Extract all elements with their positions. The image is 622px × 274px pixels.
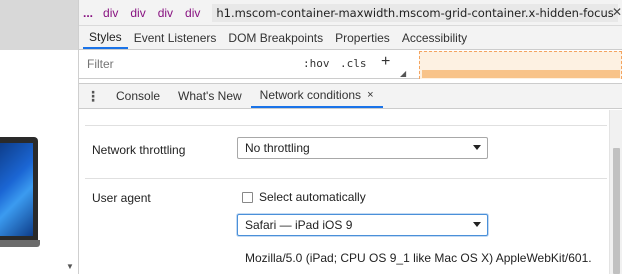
select-automatically-label[interactable]: Select automatically bbox=[259, 190, 366, 204]
breadcrumb-item[interactable]: div bbox=[158, 6, 173, 20]
laptop-screen bbox=[0, 143, 33, 236]
chevron-down-icon bbox=[473, 222, 481, 227]
breadcrumb-current[interactable]: h1.mscom-container-maxwidth.mscom-grid-c… bbox=[212, 3, 618, 22]
breadcrumb-item[interactable]: div bbox=[103, 6, 118, 20]
scrollbar-thumb[interactable] bbox=[613, 148, 620, 274]
network-throttling-value: No throttling bbox=[245, 141, 310, 155]
divider bbox=[85, 125, 607, 126]
laptop-image bbox=[0, 137, 40, 247]
tab-whats-new[interactable]: What's New bbox=[169, 84, 251, 108]
tab-whats-new-label: What's New bbox=[178, 89, 242, 103]
box-model-margin bbox=[422, 70, 620, 78]
class-toggle[interactable]: .cls bbox=[340, 57, 367, 70]
close-drawer-icon[interactable]: ✕ bbox=[612, 5, 622, 19]
network-conditions-panel: Network throttling No throttling User ag… bbox=[79, 110, 609, 274]
tab-event-listeners[interactable]: Event Listeners bbox=[128, 26, 223, 49]
panel-scrollbar[interactable] bbox=[609, 110, 622, 274]
styles-filter-input[interactable] bbox=[87, 57, 267, 71]
rule-menu-icon[interactable]: ◢ bbox=[400, 69, 408, 78]
tab-console[interactable]: Console bbox=[107, 84, 169, 108]
tab-accessibility[interactable]: Accessibility bbox=[396, 26, 473, 49]
hover-state-toggle[interactable]: :hov bbox=[303, 57, 330, 70]
breadcrumb-item[interactable]: div bbox=[185, 6, 200, 20]
close-tab-icon[interactable]: × bbox=[367, 89, 373, 101]
page-header-area bbox=[0, 0, 78, 50]
breadcrumb: ... div div div div h1.mscom-container-m… bbox=[79, 0, 622, 26]
select-automatically-checkbox[interactable] bbox=[242, 192, 253, 203]
drawer-menu-icon[interactable]: ⋮ bbox=[79, 84, 107, 108]
chevron-down-icon bbox=[473, 145, 481, 150]
user-agent-string[interactable]: Mozilla/5.0 (iPad; CPU OS 9_1 like Mac O… bbox=[245, 251, 592, 265]
box-model-preview bbox=[419, 51, 622, 79]
tab-properties[interactable]: Properties bbox=[329, 26, 396, 49]
devtools-panel: ... div div div div h1.mscom-container-m… bbox=[79, 0, 622, 274]
tab-network-conditions[interactable]: Network conditions × bbox=[250, 84, 383, 108]
tab-console-label: Console bbox=[116, 89, 161, 103]
breadcrumb-ellipsis[interactable]: ... bbox=[83, 6, 93, 20]
new-style-rule-button[interactable]: + bbox=[381, 53, 390, 71]
breadcrumb-item[interactable]: div bbox=[130, 6, 145, 20]
page-preview: ▼ bbox=[0, 0, 78, 274]
user-agent-label: User agent bbox=[92, 191, 151, 205]
tab-network-conditions-label: Network conditions bbox=[259, 88, 362, 102]
tab-styles[interactable]: Styles bbox=[83, 26, 128, 49]
network-throttling-select[interactable]: No throttling bbox=[237, 137, 488, 159]
network-throttling-label: Network throttling bbox=[92, 143, 186, 157]
styles-tabbar: Styles Event Listeners DOM Breakpoints P… bbox=[79, 26, 622, 50]
user-agent-select[interactable]: Safari — iPad iOS 9 bbox=[237, 214, 488, 236]
tab-dom-breakpoints[interactable]: DOM Breakpoints bbox=[222, 26, 329, 49]
laptop-base bbox=[0, 240, 40, 247]
drawer-tabbar: ⋮ Console What's New Network conditions … bbox=[79, 83, 622, 109]
divider bbox=[85, 178, 607, 179]
user-agent-value: Safari — iPad iOS 9 bbox=[245, 218, 353, 232]
scroll-down-icon[interactable]: ▼ bbox=[66, 262, 74, 271]
